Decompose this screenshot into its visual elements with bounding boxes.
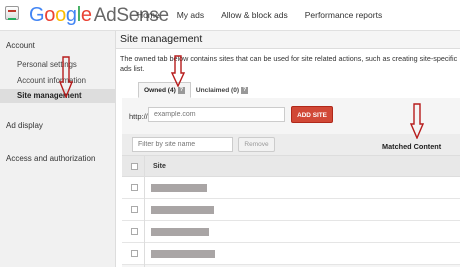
- nav-allow-block-ads[interactable]: Allow & block ads: [221, 10, 288, 20]
- redacted-site-name: [151, 228, 209, 236]
- site-column-header[interactable]: Site: [153, 163, 166, 170]
- title-bar: Site management: [116, 31, 460, 49]
- table-row: [122, 177, 460, 199]
- nav-performance-reports[interactable]: Performance reports: [305, 10, 382, 20]
- remove-button[interactable]: Remove: [238, 137, 275, 152]
- redacted-site-name: [151, 184, 207, 192]
- help-icon[interactable]: ?: [241, 86, 249, 94]
- annotation-arrow-sidebar-icon: [59, 56, 73, 98]
- annotation-arrow-owned-tab-icon: [171, 55, 185, 87]
- select-all-checkbox[interactable]: [131, 163, 138, 170]
- main-content: Site management The owned tab below cont…: [116, 31, 460, 267]
- table-row: [122, 199, 460, 221]
- sidebar-heading-account[interactable]: Account: [6, 41, 35, 50]
- add-site-button[interactable]: ADD SITE: [291, 106, 333, 123]
- nav-my-ads[interactable]: My ads: [177, 10, 204, 20]
- row-checkbox[interactable]: [131, 250, 138, 257]
- app-menu-icon[interactable]: [5, 6, 19, 20]
- sidebar-item-account-information[interactable]: Account information: [0, 74, 116, 88]
- row-checkbox[interactable]: [131, 206, 138, 213]
- sidebar-item-personal-settings[interactable]: Personal settings: [0, 58, 116, 72]
- column-divider: [144, 156, 145, 267]
- row-checkbox[interactable]: [131, 184, 138, 191]
- filter-site-input[interactable]: [132, 137, 233, 152]
- table-row: [122, 221, 460, 243]
- tab-unclaimed-label: Unclaimed (0): [195, 86, 240, 94]
- redacted-site-name: [151, 250, 215, 258]
- page-title: Site management: [120, 33, 203, 45]
- help-icon[interactable]: ?: [177, 86, 185, 94]
- sidebar-item-site-management[interactable]: Site management: [0, 89, 116, 103]
- redacted-site-name: [151, 206, 214, 214]
- http-prefix-label: http://: [129, 112, 148, 121]
- sidebar-heading-access[interactable]: Access and authorization: [6, 154, 95, 163]
- matched-content-heading: Matched Content: [382, 142, 442, 151]
- site-url-input[interactable]: [148, 107, 285, 122]
- nav-home[interactable]: Home: [137, 10, 160, 20]
- tab-unclaimed[interactable]: Unclaimed (0) ?: [191, 82, 253, 98]
- sidebar: Account Personal settings Account inform…: [0, 31, 116, 267]
- table-row: [122, 243, 460, 265]
- annotation-arrow-matched-content-icon: [410, 103, 424, 139]
- sidebar-heading-ad-display[interactable]: Ad display: [6, 121, 43, 130]
- site-tabs: Owned (4) ? Unclaimed (0) ?: [138, 82, 253, 98]
- top-nav: Home My ads Allow & block ads Performanc…: [137, 10, 382, 20]
- row-checkbox[interactable]: [131, 228, 138, 235]
- top-bar: Google AdSense Home My ads Allow & block …: [0, 0, 460, 31]
- table-header-row: Site: [122, 156, 460, 177]
